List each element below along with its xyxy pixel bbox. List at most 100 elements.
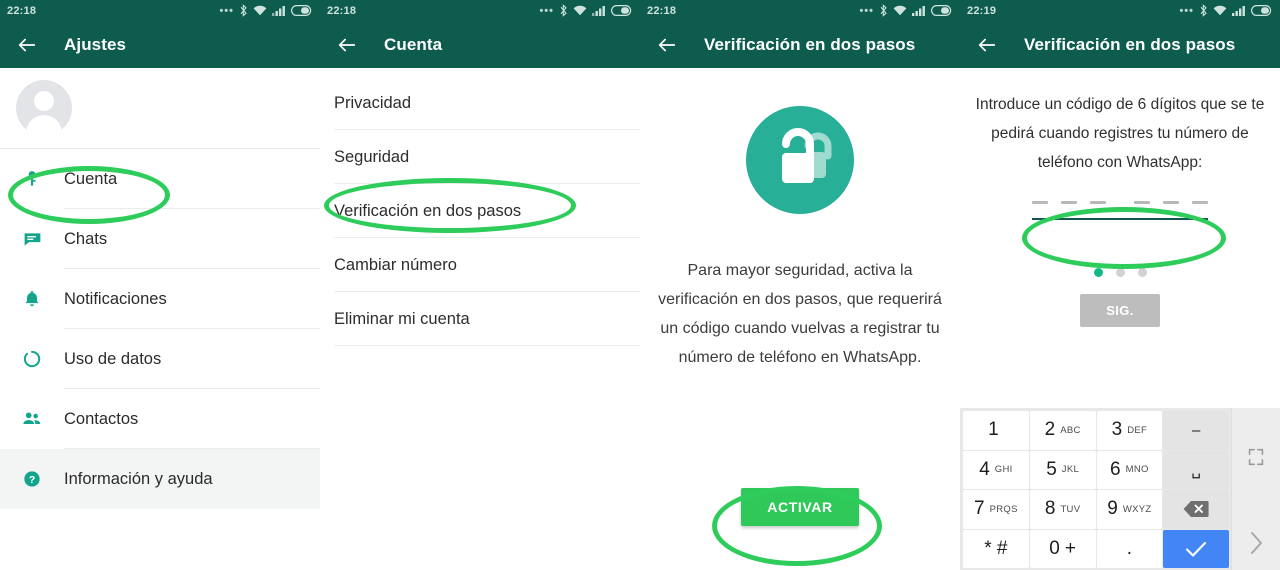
sidebar-item-informacion-y-ayuda[interactable]: ? Información y ayuda (0, 449, 320, 509)
back-arrow-icon[interactable] (656, 34, 678, 56)
key-3[interactable]: 3 DEF (1096, 411, 1163, 450)
bell-icon (20, 287, 44, 311)
signal-icon (1232, 6, 1245, 16)
dash-key[interactable]: – (1163, 411, 1229, 450)
list-item-label: Verificación en dos pasos (334, 201, 522, 220)
panel-two-step-code-entry: 22:19 ••• Verificación en dos pasos Intr… (960, 0, 1280, 570)
wifi-icon (893, 5, 907, 16)
signal-icon (912, 6, 925, 16)
sidebar-item-label: Uso de datos (64, 349, 162, 368)
bluetooth-icon (240, 4, 247, 17)
panel-account-settings: 22:18 ••• Cuenta Privacidad Seguridad Ve… (320, 0, 640, 570)
key-0[interactable]: 0 + (1029, 529, 1096, 568)
screenshot-strip: 22:18 ••• Ajustes Cuenta Chats Notificac… (0, 0, 1280, 570)
more-icon: ••• (1179, 4, 1194, 17)
panel-settings-drawer: 22:18 ••• Ajustes Cuenta Chats Notificac… (0, 0, 320, 570)
backspace-icon (1183, 501, 1209, 518)
wifi-icon (1213, 5, 1227, 16)
list-item-label: Seguridad (334, 147, 410, 166)
more-icon: ••• (539, 4, 554, 17)
back-arrow-icon[interactable] (976, 34, 998, 56)
help-icon: ? (20, 467, 44, 491)
status-time: 22:18 (647, 4, 677, 17)
sidebar-item-label: Contactos (64, 409, 139, 428)
bluetooth-icon (880, 4, 887, 17)
code-underline (1032, 218, 1208, 220)
list-item-seguridad[interactable]: Seguridad (320, 130, 640, 184)
code-placeholder-dashes (1032, 195, 1208, 209)
wifi-icon (573, 5, 587, 16)
key-6[interactable]: 6 MNO (1096, 450, 1163, 489)
description-text: Introduce un código de 6 dígitos que se … (975, 96, 1265, 171)
next-button[interactable]: SIG. (1080, 294, 1160, 327)
key-7[interactable]: 7 PRQS (963, 490, 1029, 529)
list-item-label: Cambiar número (334, 255, 457, 274)
list-item-cambiar-numero[interactable]: Cambiar número (320, 238, 640, 292)
bluetooth-icon (1200, 4, 1207, 17)
sidebar-item-notificaciones[interactable]: Notificaciones (0, 269, 320, 329)
battery-icon (931, 5, 952, 16)
app-bar: Cuenta (320, 21, 640, 68)
enter-key[interactable] (1163, 529, 1229, 568)
sidebar-item-contactos[interactable]: Contactos (0, 389, 320, 449)
key-9[interactable]: 9 WXYZ (1096, 490, 1163, 529)
wifi-icon (253, 5, 267, 16)
avatar[interactable] (16, 80, 72, 136)
page-title: Verificación en dos pasos (1024, 34, 1236, 54)
list-item-eliminar-mi-cuenta[interactable]: Eliminar mi cuenta (320, 292, 640, 346)
key-star-hash[interactable]: * # (963, 529, 1029, 568)
battery-icon (291, 5, 312, 16)
code-input[interactable] (1032, 195, 1208, 220)
description-text: Para mayor seguridad, activa la verifica… (658, 262, 942, 366)
list-item-label: Eliminar mi cuenta (334, 309, 470, 328)
panel-two-step-intro: 22:18 ••• Verificación en dos pasos Para… (640, 0, 960, 570)
bluetooth-icon (560, 4, 567, 17)
resize-icon[interactable] (1245, 446, 1267, 473)
double-lock-icon (746, 106, 854, 214)
status-bar: 22:19 ••• (960, 0, 1280, 21)
chevron-right-icon[interactable] (1246, 529, 1266, 562)
signal-icon (592, 6, 605, 16)
sidebar-item-chats[interactable]: Chats (0, 209, 320, 269)
app-bar: Verificación en dos pasos (960, 21, 1280, 68)
key-icon (20, 167, 44, 191)
battery-icon (611, 5, 632, 16)
backspace-key[interactable] (1163, 490, 1229, 529)
key-2[interactable]: 2 ABC (1029, 411, 1096, 450)
key-1[interactable]: 1 (963, 411, 1029, 450)
key-8[interactable]: 8 TUV (1029, 490, 1096, 529)
space-key[interactable]: ␣ (1163, 450, 1229, 489)
data-usage-icon (20, 347, 44, 371)
sidebar-item-cuenta[interactable]: Cuenta (0, 149, 320, 209)
profile-header[interactable] (0, 68, 320, 148)
sidebar-item-label: Notificaciones (64, 289, 167, 308)
status-time: 22:18 (327, 4, 357, 17)
contacts-icon (20, 407, 44, 431)
sidebar-item-label: Cuenta (64, 169, 118, 188)
numeric-keyboard: 1 2 ABC 3 DEF – 4 GHI 5 JKL 6 MNO ␣ 7 PRQS 8 TU… (960, 408, 1280, 570)
status-bar: 22:18 ••• (320, 0, 640, 21)
page-dot-1 (1093, 268, 1103, 277)
key-period[interactable]: . (1096, 529, 1163, 568)
page-title: Cuenta (384, 34, 443, 54)
key-4[interactable]: 4 GHI (963, 450, 1029, 489)
key-5[interactable]: 5 JKL (1029, 450, 1096, 489)
page-title: Ajustes (64, 34, 127, 54)
list-item-privacidad[interactable]: Privacidad (320, 76, 640, 130)
status-bar: 22:18 ••• (640, 0, 960, 21)
status-bar: 22:18 ••• (0, 0, 320, 21)
sidebar-item-label: Información y ayuda (64, 469, 213, 488)
svg-text:?: ? (29, 475, 35, 486)
back-arrow-icon[interactable] (336, 34, 358, 56)
page-title: Verificación en dos pasos (704, 34, 916, 54)
activate-button[interactable]: ACTIVAR (741, 488, 859, 526)
battery-icon (1251, 5, 1272, 16)
status-time: 22:19 (967, 4, 997, 17)
keyboard-side-panel (1231, 408, 1280, 570)
page-dot-2 (1115, 268, 1125, 277)
list-item-verificacion-en-dos-pasos[interactable]: Verificación en dos pasos (320, 184, 640, 238)
sidebar-item-uso-de-datos[interactable]: Uso de datos (0, 329, 320, 389)
back-arrow-icon[interactable] (16, 34, 38, 56)
app-bar: Verificación en dos pasos (640, 21, 960, 68)
page-dot-3 (1137, 268, 1147, 277)
